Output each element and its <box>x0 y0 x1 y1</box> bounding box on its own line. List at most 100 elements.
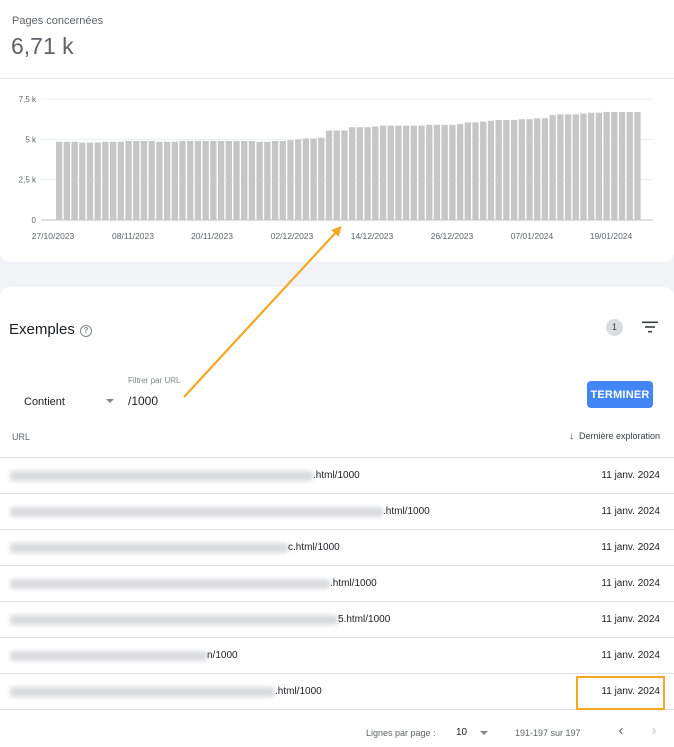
chart-bar[interactable] <box>418 125 425 220</box>
rows-per-page-select[interactable]: 10 <box>456 727 467 738</box>
chart-bar[interactable] <box>187 140 194 220</box>
chart-bar[interactable] <box>171 141 178 220</box>
chart-bar[interactable] <box>56 141 63 220</box>
chart-bar[interactable] <box>495 119 502 220</box>
chart-bar[interactable] <box>503 119 510 220</box>
chart-bar[interactable] <box>256 141 263 220</box>
table-row[interactable]: .html/1000 11 janv. 2024 <box>0 674 674 710</box>
chart-bar[interactable] <box>287 140 294 220</box>
chart-bar[interactable] <box>395 125 402 220</box>
chart-bar[interactable] <box>580 113 587 220</box>
chart-bar[interactable] <box>148 140 155 220</box>
chart-bar[interactable] <box>603 111 610 220</box>
rows-per-page-arrow-icon[interactable] <box>480 731 488 735</box>
chart-bar[interactable] <box>233 140 240 220</box>
chart-bar[interactable] <box>541 118 549 220</box>
chart-bar[interactable] <box>202 140 209 220</box>
chart-bar[interactable] <box>271 140 279 220</box>
table-row[interactable]: n/1000 11 janv. 2024 <box>0 638 674 674</box>
chart-bar[interactable] <box>125 140 132 220</box>
url-filter-input[interactable] <box>128 394 428 408</box>
chart-bar[interactable] <box>133 140 140 220</box>
chart-bar[interactable] <box>109 141 117 220</box>
chart-bar[interactable] <box>79 142 86 220</box>
chart-bar[interactable] <box>333 130 340 220</box>
row-url[interactable]: n/1000 <box>207 650 238 661</box>
chart-bar[interactable] <box>379 125 387 220</box>
chart-bar[interactable] <box>156 141 163 220</box>
row-url[interactable]: .html/1000 <box>330 578 377 589</box>
chart-bar[interactable] <box>510 119 518 220</box>
match-type-select[interactable]: Contient <box>12 388 118 412</box>
chart-bar[interactable] <box>595 112 603 220</box>
chart-bar[interactable] <box>487 120 495 220</box>
chart-bar[interactable] <box>241 140 248 220</box>
chart-bar[interactable] <box>626 111 633 220</box>
filter-list-icon[interactable] <box>641 320 659 334</box>
chart-bar[interactable] <box>480 121 487 220</box>
column-header-url[interactable]: URL <box>12 432 30 442</box>
help-icon[interactable]: ? <box>80 325 92 337</box>
chart-bar[interactable] <box>163 141 171 220</box>
chart-bar[interactable] <box>441 124 448 220</box>
chart-bar[interactable] <box>518 119 525 220</box>
chart-bar[interactable] <box>349 127 356 220</box>
chart-bar[interactable] <box>356 127 364 220</box>
chart-bar[interactable] <box>557 114 564 220</box>
chart-bar[interactable] <box>325 130 333 220</box>
row-url[interactable]: .html/1000 <box>275 686 322 697</box>
chart-bar[interactable] <box>588 112 595 220</box>
chart-bar[interactable] <box>634 111 641 220</box>
chart-bar[interactable] <box>572 114 579 220</box>
chart-bar[interactable] <box>341 130 348 220</box>
table-row[interactable]: .html/1000 11 janv. 2024 <box>0 494 674 530</box>
url-filter-field[interactable]: Filtrer par URL <box>128 374 568 412</box>
chart-bar[interactable] <box>140 140 148 220</box>
chart-bar[interactable] <box>426 124 433 220</box>
chart-bar[interactable] <box>526 119 533 220</box>
chart-bar[interactable] <box>372 126 379 220</box>
chart-bar[interactable] <box>194 140 202 220</box>
chart-bar[interactable] <box>86 142 94 220</box>
chart-bar[interactable] <box>179 140 186 220</box>
table-row[interactable]: .html/1000 11 janv. 2024 <box>0 458 674 494</box>
chart-bar[interactable] <box>464 122 471 220</box>
column-header-last-crawl[interactable]: ↓ Dernière exploration <box>569 431 660 442</box>
chart-bar[interactable] <box>264 141 271 220</box>
chart-bar[interactable] <box>310 138 317 220</box>
chart-bar[interactable] <box>248 140 256 220</box>
row-url[interactable]: .html/1000 <box>313 470 360 481</box>
done-button[interactable]: TERMINER <box>587 381 653 408</box>
chart-bar[interactable] <box>94 142 101 220</box>
chevron-right-icon[interactable]: › <box>646 722 662 740</box>
chart-bar[interactable] <box>387 125 394 220</box>
chart-bar[interactable] <box>534 118 541 220</box>
chart-bar[interactable] <box>302 138 310 220</box>
chart-bar[interactable] <box>402 125 410 220</box>
chart-bar[interactable] <box>117 141 124 220</box>
table-row[interactable]: 5.html/1000 11 janv. 2024 <box>0 602 674 638</box>
chart-bar[interactable] <box>364 127 371 220</box>
chevron-left-icon[interactable]: ‹ <box>613 722 629 740</box>
row-url[interactable]: .html/1000 <box>383 506 430 517</box>
table-row[interactable]: c.html/1000 11 janv. 2024 <box>0 530 674 566</box>
row-url[interactable]: c.html/1000 <box>288 542 340 553</box>
chart-bar[interactable] <box>71 141 78 220</box>
chart-bar[interactable] <box>295 139 302 220</box>
chart-bar[interactable] <box>217 140 225 220</box>
table-row[interactable]: .html/1000 11 janv. 2024 <box>0 566 674 602</box>
chart-bar[interactable] <box>210 140 217 220</box>
chart-bar[interactable] <box>102 141 109 220</box>
chart-bar[interactable] <box>410 125 417 220</box>
chart-bar[interactable] <box>449 124 456 220</box>
chart-bar[interactable] <box>456 124 464 220</box>
chart-bar[interactable] <box>279 140 286 220</box>
chart-bar[interactable] <box>433 124 441 220</box>
chart-bar[interactable] <box>549 115 556 220</box>
chart-bar[interactable] <box>611 111 618 220</box>
chart-bar[interactable] <box>472 122 479 220</box>
chart-bar[interactable] <box>63 141 71 220</box>
chart-bar[interactable] <box>225 140 232 220</box>
chart-bar[interactable] <box>564 114 572 220</box>
chart-bar[interactable] <box>618 111 626 220</box>
